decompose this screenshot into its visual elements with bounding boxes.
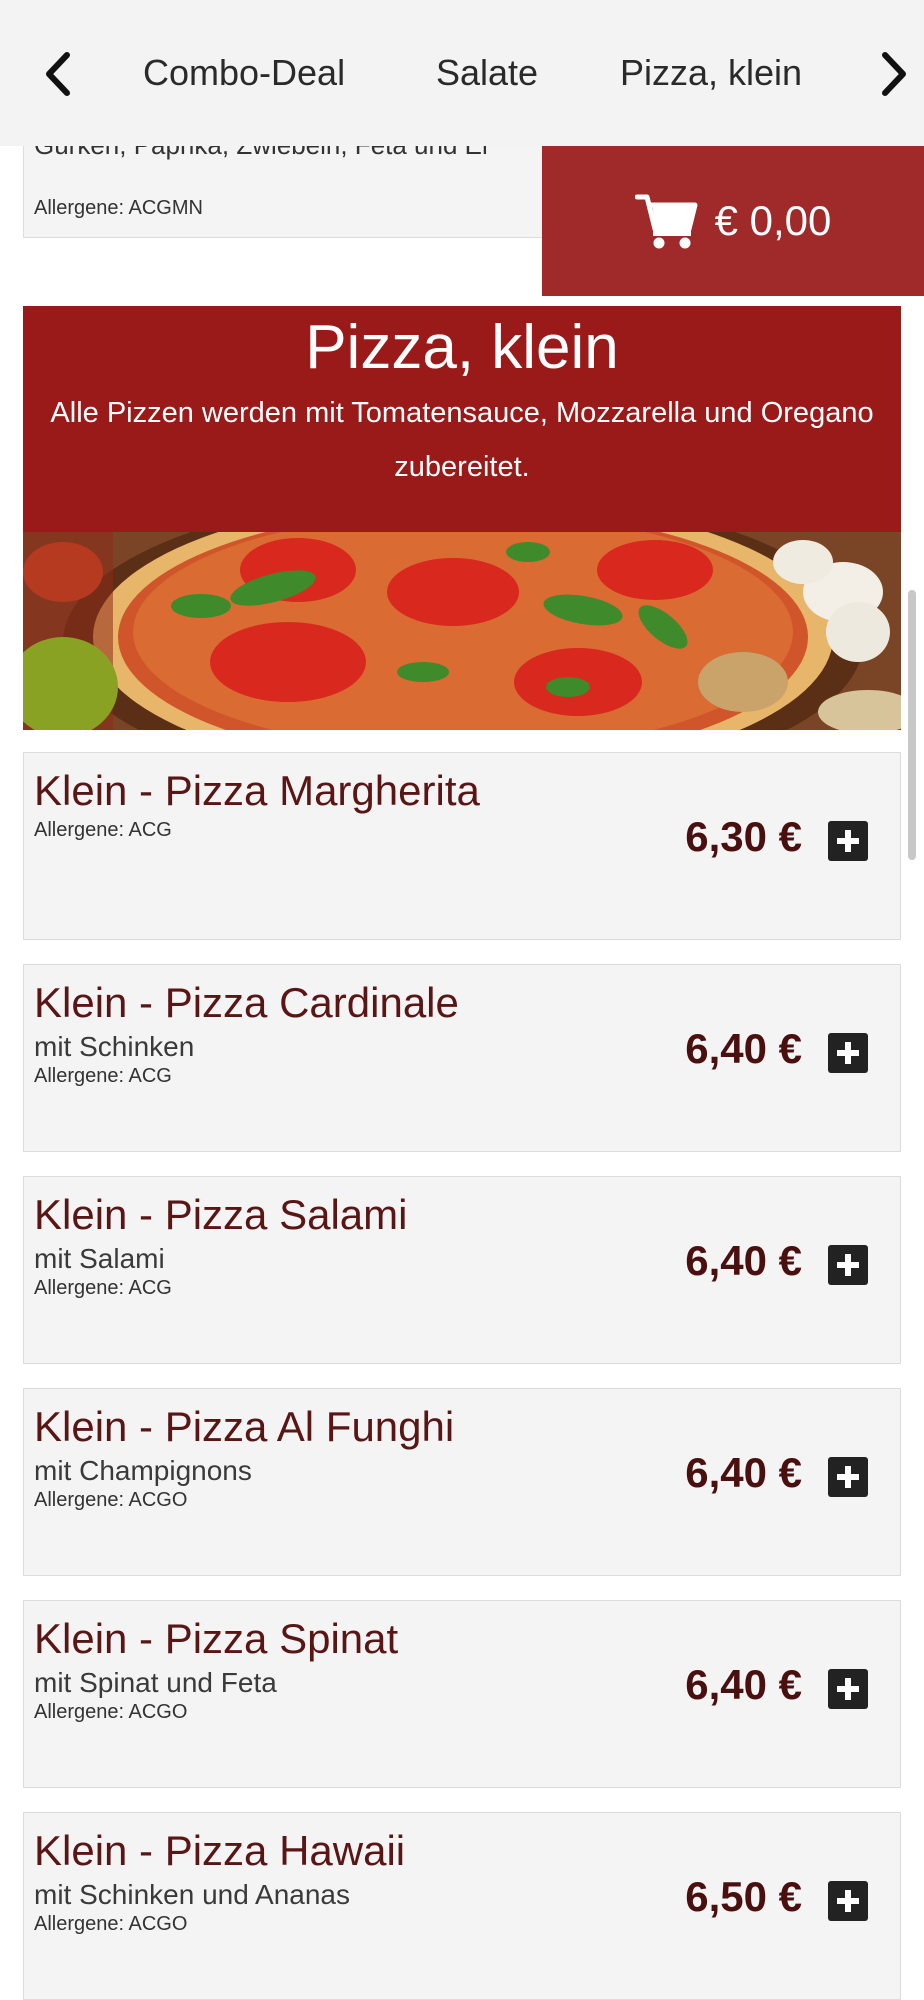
cart-button[interactable]: € 0,00 — [542, 146, 924, 296]
previous-item-allergens: Allergene: ACGMN — [34, 197, 203, 219]
item-allergens: Allergene: ACGO — [34, 1701, 188, 1723]
pizza-banner-image — [23, 532, 901, 730]
chevron-right-icon[interactable] — [864, 38, 924, 110]
add-to-cart-button[interactable] — [828, 1881, 868, 1921]
item-allergens: Allergene: ACGO — [34, 1489, 188, 1511]
item-price: 6,40 € — [685, 1661, 802, 1708]
menu-item: Klein - Pizza Spinat mit Spinat und Feta… — [23, 1600, 901, 1788]
item-description: mit Salami — [34, 1243, 165, 1274]
item-price: 6,30 € — [685, 813, 802, 860]
menu-item: Klein - Pizza Cardinale mit Schinken All… — [23, 964, 901, 1152]
shopping-cart-icon — [634, 194, 698, 249]
add-to-cart-button[interactable] — [828, 821, 868, 861]
item-allergens: Allergene: ACG — [34, 1277, 172, 1299]
item-allergens: Allergene: ACG — [34, 1065, 172, 1087]
tab-pizza-klein[interactable]: Pizza, klein — [620, 50, 802, 96]
item-description: mit Spinat und Feta — [34, 1667, 277, 1698]
item-name: Klein - Pizza Al Funghi — [34, 1403, 455, 1450]
menu-item: Klein - Pizza Hawaii mit Schinken und An… — [23, 1812, 901, 2000]
item-price: 6,40 € — [685, 1025, 802, 1072]
category-nav: Combo-Deal Salate Pizza, klein — [0, 0, 924, 146]
section-description: Alle Pizzen werden mit Tomatensauce, Moz… — [50, 397, 874, 483]
cart-total: € 0,00 — [714, 197, 832, 244]
tab-salate[interactable]: Salate — [436, 50, 538, 96]
add-to-cart-button[interactable] — [828, 1669, 868, 1709]
menu-item: Klein - Pizza Margherita Allergene: ACG … — [23, 752, 901, 940]
item-allergens: Allergene: ACGO — [34, 1913, 188, 1935]
scrollbar[interactable] — [908, 590, 916, 860]
section-header: Pizza, klein Alle Pizzen werden mit Toma… — [23, 306, 901, 532]
item-name: Klein - Pizza Salami — [34, 1191, 408, 1238]
item-price: 6,50 € — [685, 1873, 802, 1920]
item-price: 6,40 € — [685, 1449, 802, 1496]
add-to-cart-button[interactable] — [828, 1033, 868, 1073]
item-description: mit Schinken und Ananas — [34, 1879, 350, 1910]
item-name: Klein - Pizza Cardinale — [34, 979, 459, 1026]
item-price: 6,40 € — [685, 1237, 802, 1284]
chevron-left-icon[interactable] — [28, 38, 88, 110]
section-title: Pizza, klein — [305, 313, 619, 382]
item-allergens: Allergene: ACG — [34, 819, 172, 841]
add-to-cart-button[interactable] — [828, 1457, 868, 1497]
tab-combo-deal[interactable]: Combo-Deal — [143, 50, 345, 96]
item-name: Klein - Pizza Hawaii — [34, 1827, 406, 1874]
item-description: mit Champignons — [34, 1455, 252, 1486]
menu-item: Klein - Pizza Al Funghi mit Champignons … — [23, 1388, 901, 1576]
item-description: mit Schinken — [34, 1031, 195, 1062]
add-to-cart-button[interactable] — [828, 1245, 868, 1285]
item-name: Klein - Pizza Margherita — [34, 767, 480, 814]
item-name: Klein - Pizza Spinat — [34, 1615, 399, 1662]
menu-item: Klein - Pizza Salami mit Salami Allergen… — [23, 1176, 901, 1364]
